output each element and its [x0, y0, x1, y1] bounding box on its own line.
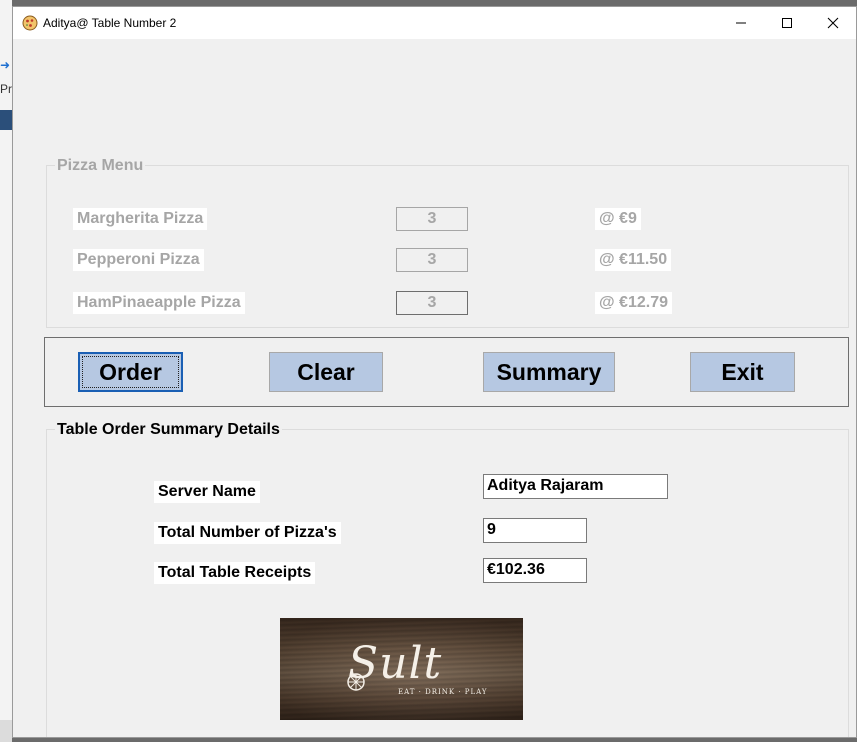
order-summary-legend: Table Order Summary Details	[55, 421, 282, 439]
margherita-label: Margherita Pizza	[73, 208, 208, 230]
app-window: Aditya@ Table Number 2 Pizza Menu Marghe…	[12, 6, 857, 738]
logo-wheel-icon	[347, 673, 365, 691]
server-name-field[interactable]: Aditya Rajaram	[483, 474, 668, 499]
close-icon	[827, 17, 839, 29]
margherita-price: @ €9	[595, 208, 641, 230]
hampineapple-quantity-input[interactable]: 3	[396, 291, 468, 315]
pizza-menu-legend: Pizza Menu	[55, 157, 146, 175]
minimize-icon	[736, 22, 746, 24]
action-button-panel: Order Clear Summary Exit	[44, 337, 849, 407]
clear-button[interactable]: Clear	[269, 352, 383, 392]
server-name-label: Server Name	[154, 481, 260, 503]
pepperoni-price: @ €11.50	[595, 249, 672, 271]
maximize-button[interactable]	[764, 7, 810, 39]
background-app-strip: ➜ Pro	[0, 0, 19, 742]
pepperoni-label: Pepperoni Pizza	[73, 249, 204, 271]
total-pizzas-field[interactable]: 9	[483, 518, 587, 543]
back-arrow-icon: ➜	[0, 58, 11, 72]
margherita-quantity-input[interactable]: 3	[396, 207, 468, 231]
background-app-status	[0, 720, 12, 742]
title-bar[interactable]: Aditya@ Table Number 2	[13, 7, 856, 39]
hampineapple-label: HamPinaeapple Pizza	[73, 292, 245, 314]
order-button[interactable]: Order	[78, 352, 183, 392]
pizza-app-icon	[22, 15, 38, 31]
total-receipts-field[interactable]: €102.36	[483, 558, 587, 583]
logo-tagline: EAT · DRINK · PLAY	[398, 688, 488, 696]
background-app-panel	[0, 110, 12, 130]
summary-button[interactable]: Summary	[483, 352, 615, 392]
maximize-icon	[782, 18, 792, 28]
hampineapple-price: @ €12.79	[595, 292, 672, 314]
pepperoni-quantity-input[interactable]: 3	[396, 248, 468, 272]
window-title: Aditya@ Table Number 2	[43, 16, 177, 30]
total-receipts-label: Total Table Receipts	[154, 562, 316, 584]
close-button[interactable]	[810, 7, 856, 39]
sult-logo-image: Sult EAT · DRINK · PLAY	[280, 618, 523, 720]
exit-button[interactable]: Exit	[690, 352, 795, 392]
total-pizzas-label: Total Number of Pizza's	[154, 522, 341, 544]
minimize-button[interactable]	[718, 7, 764, 39]
